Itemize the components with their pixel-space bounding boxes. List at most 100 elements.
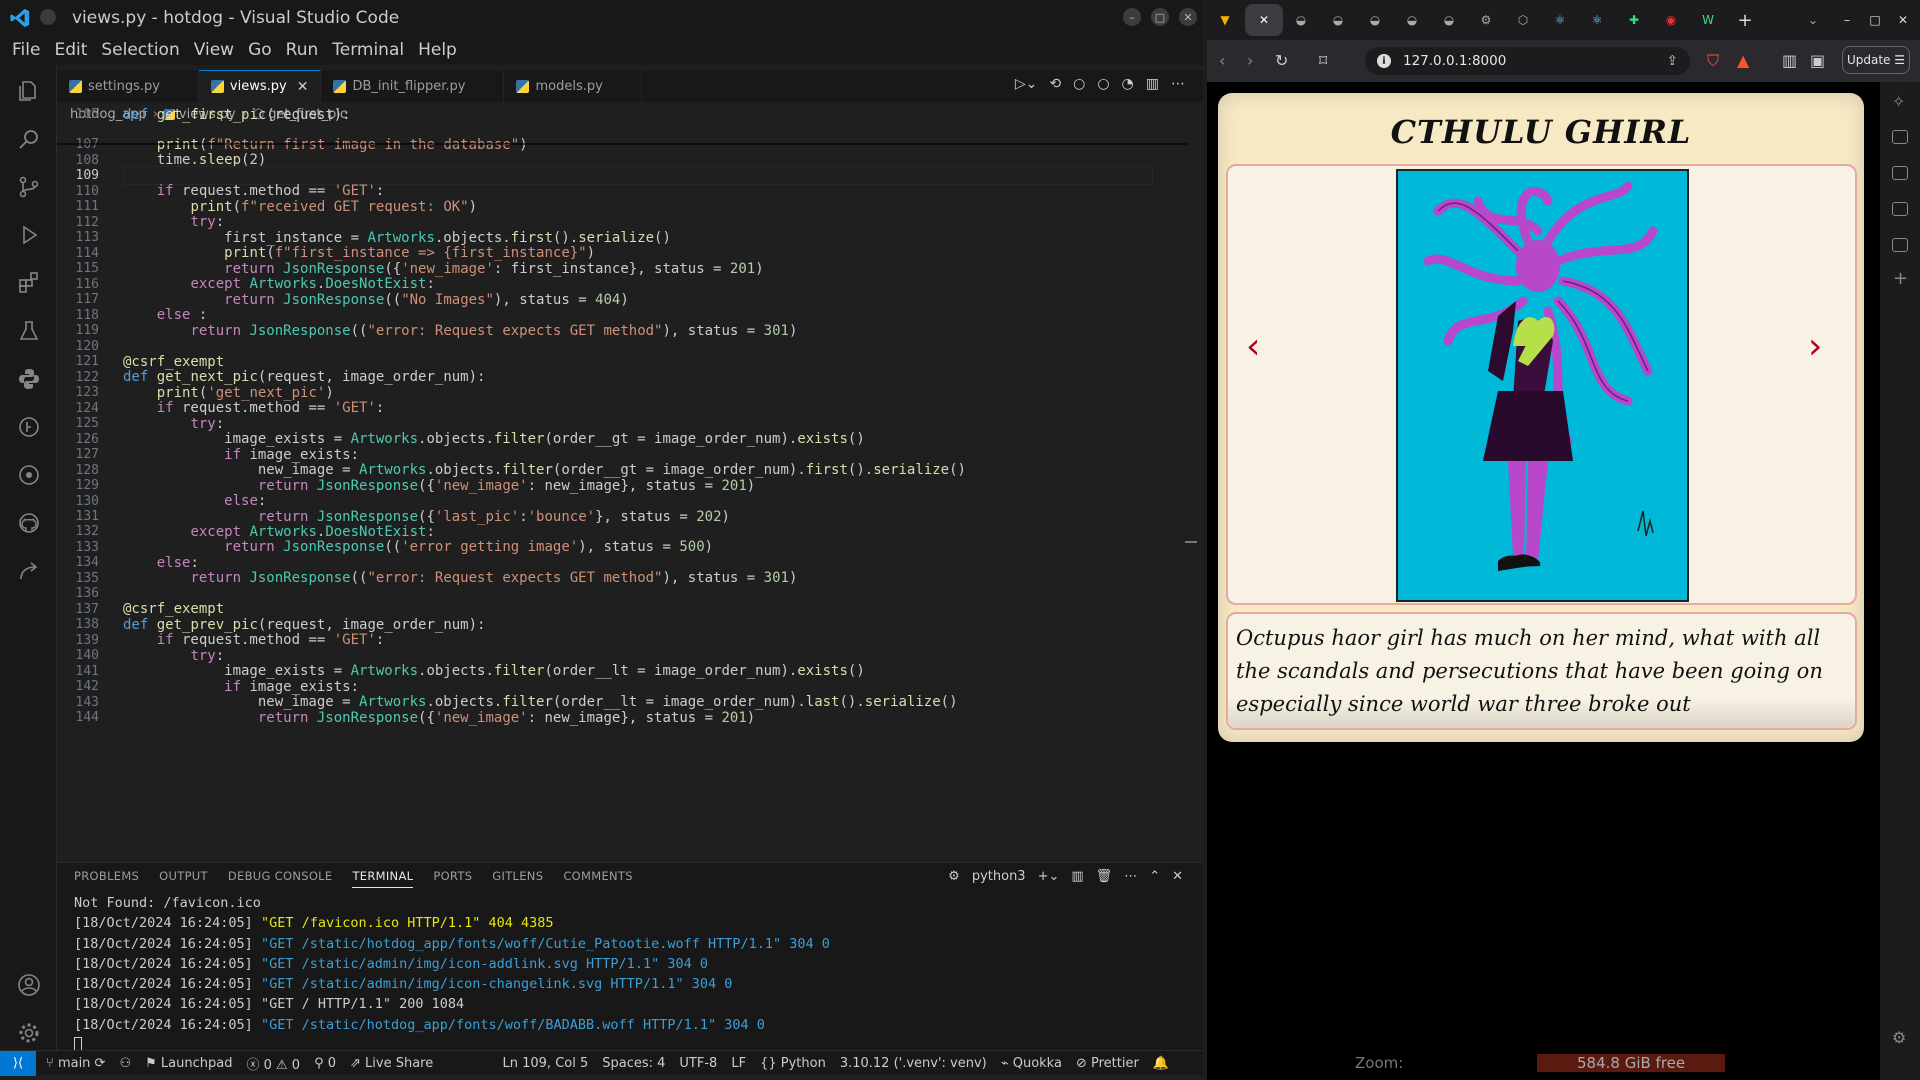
tab-search-chevron-icon[interactable]: ⌄ bbox=[1803, 10, 1823, 30]
source-control-icon[interactable] bbox=[17, 175, 41, 199]
testing-icon[interactable] bbox=[17, 319, 41, 343]
split-editor-icon[interactable]: ▥ bbox=[1146, 76, 1159, 92]
artwork-image[interactable] bbox=[1396, 169, 1689, 602]
minimize-icon[interactable]: – bbox=[1837, 10, 1857, 30]
maximize-panel-icon[interactable]: ⌃ bbox=[1149, 869, 1160, 884]
menu-file[interactable]: File bbox=[12, 40, 40, 60]
tab-favicon-globe-icon[interactable]: ◒ bbox=[1328, 10, 1348, 30]
branch-status[interactable]: ⑂ main ⟳ bbox=[46, 1056, 105, 1071]
tab-favicon-gear-icon[interactable]: ⚙ bbox=[1476, 10, 1496, 30]
more-actions-icon[interactable]: ⋯ bbox=[1124, 869, 1137, 884]
tab-favicon-app-icon[interactable]: ✚ bbox=[1624, 10, 1644, 30]
encoding[interactable]: UTF-8 bbox=[679, 1056, 717, 1071]
panel-tab-problems[interactable]: PROBLEMS bbox=[74, 869, 139, 888]
share-icon[interactable]: ⇪ bbox=[1667, 53, 1678, 69]
split-terminal-icon[interactable]: ▥ bbox=[1071, 869, 1083, 884]
gitlens-icon[interactable] bbox=[17, 415, 41, 439]
bookmarks-sidebar-icon[interactable] bbox=[1892, 202, 1908, 216]
close-tab-icon[interactable]: ✕ bbox=[1254, 10, 1274, 30]
launchpad-status[interactable]: ⚑ Launchpad bbox=[145, 1056, 232, 1071]
live-share-icon[interactable] bbox=[17, 559, 41, 583]
brave-menu-icon[interactable]: ▼ bbox=[1215, 10, 1235, 30]
indentation[interactable]: Spaces: 4 bbox=[602, 1056, 665, 1071]
code-line[interactable]: 144 return JsonResponse({'new_image': ne… bbox=[57, 708, 1187, 727]
new-tab-icon[interactable]: + bbox=[1735, 10, 1755, 31]
terminal-output[interactable]: Not Found: /favicon.ico [18/Oct/2024 16:2… bbox=[74, 893, 830, 1055]
panel-tab-ports[interactable]: PORTS bbox=[433, 869, 472, 888]
sidebar-panel-icon[interactable] bbox=[1892, 130, 1908, 144]
menu-run[interactable]: Run bbox=[286, 40, 319, 60]
previous-change-icon[interactable]: ○ bbox=[1073, 76, 1085, 92]
bookmark-icon[interactable]: ⌑ bbox=[1319, 51, 1327, 70]
tab-db-init-flipper-py[interactable]: DB_init_flipper.py bbox=[321, 70, 505, 102]
python-interpreter[interactable]: 3.10.12 ('.venv': venv) bbox=[840, 1056, 987, 1071]
tab-favicon-react-icon[interactable]: ⚛ bbox=[1550, 10, 1570, 30]
maximize-icon[interactable]: □ bbox=[1865, 10, 1885, 30]
forward-icon[interactable]: › bbox=[1247, 51, 1253, 70]
sidebar-toggle-icon[interactable]: ▥ bbox=[1782, 51, 1797, 70]
python-icon[interactable] bbox=[17, 367, 41, 391]
go-back-icon[interactable]: ⟲ bbox=[1049, 76, 1061, 92]
tab-settings-py[interactable]: settings.py bbox=[57, 70, 199, 102]
leo-ai-icon[interactable]: ✧ bbox=[1892, 92, 1905, 111]
more-actions-icon[interactable]: ⋯ bbox=[1171, 76, 1185, 92]
quokka-status[interactable]: ⌁ Quokka bbox=[1001, 1056, 1062, 1071]
menu-view[interactable]: View bbox=[194, 40, 234, 60]
brave-shields-icon[interactable]: ⛉ bbox=[1707, 51, 1719, 71]
wallet-sidebar-icon[interactable] bbox=[1892, 166, 1908, 180]
next-arrow-button[interactable]: › bbox=[1808, 326, 1822, 367]
settings-gear-icon[interactable] bbox=[17, 1021, 41, 1045]
terminal-shell-label[interactable]: python3 bbox=[972, 869, 1026, 884]
menu-help[interactable]: Help bbox=[418, 40, 457, 60]
cursor-position[interactable]: Ln 109, Col 5 bbox=[503, 1056, 589, 1071]
close-window-icon[interactable]: ✕ bbox=[1179, 8, 1197, 26]
ports-status[interactable]: ⚲ 0 bbox=[314, 1056, 336, 1071]
run-python-file-icon[interactable]: ▷⌄ bbox=[1015, 76, 1038, 92]
menu-terminal[interactable]: Terminal bbox=[332, 40, 404, 60]
panel-tab-comments[interactable]: COMMENTS bbox=[563, 869, 633, 888]
code-editor[interactable]: 105def get_first_pic(request):107 print(… bbox=[57, 107, 1203, 854]
menu-selection[interactable]: Selection bbox=[101, 40, 179, 60]
sidebar-settings-gear-icon[interactable]: ⚙ bbox=[1892, 1028, 1906, 1047]
site-info-icon[interactable]: i bbox=[1377, 54, 1391, 68]
tab-favicon-react-icon[interactable]: ⚛ bbox=[1587, 10, 1607, 30]
language-mode[interactable]: {} Python bbox=[760, 1056, 826, 1071]
panel-tab-terminal[interactable]: TERMINAL bbox=[352, 869, 414, 888]
remote-indicator-icon[interactable]: ⟩⟨ bbox=[0, 1050, 36, 1076]
minimize-icon[interactable]: – bbox=[1123, 8, 1141, 26]
tab-favicon-globe-icon[interactable]: ◒ bbox=[1365, 10, 1385, 30]
gitlens-status-icon[interactable]: ⚇ bbox=[119, 1056, 131, 1071]
extensions-icon[interactable] bbox=[17, 271, 41, 295]
code-line[interactable]: 105 def get_first_pic(request): bbox=[57, 105, 1187, 124]
problems-status[interactable]: ⓧ 0 ⚠ 0 bbox=[246, 1054, 300, 1073]
gitlens-icon[interactable]: ◔ bbox=[1122, 76, 1134, 92]
maximize-icon[interactable]: □ bbox=[1151, 8, 1169, 26]
add-sidebar-item-icon[interactable]: + bbox=[1893, 268, 1908, 289]
panel-tab-output[interactable]: OUTPUT bbox=[159, 869, 208, 888]
notifications-bell-icon[interactable]: 🔔 bbox=[1153, 1056, 1169, 1071]
run-debug-icon[interactable] bbox=[17, 223, 41, 247]
new-terminal-icon[interactable]: +⌄ bbox=[1038, 869, 1060, 884]
close-window-icon[interactable]: ✕ bbox=[1893, 10, 1913, 30]
panel-tab-gitlens[interactable]: GITLENS bbox=[492, 869, 543, 888]
tab-views-py[interactable]: views.py ✕ bbox=[198, 70, 322, 102]
github-icon[interactable] bbox=[17, 511, 41, 535]
prev-arrow-button[interactable]: ‹ bbox=[1246, 326, 1260, 367]
panel-tab-debug-console[interactable]: DEBUG CONSOLE bbox=[228, 869, 333, 888]
tab-favicon-globe-icon[interactable]: ◒ bbox=[1291, 10, 1311, 30]
tab-favicon-globe-icon[interactable]: ◒ bbox=[1439, 10, 1459, 30]
explorer-icon[interactable] bbox=[17, 79, 41, 103]
account-icon[interactable] bbox=[17, 973, 41, 997]
reload-icon[interactable]: ↻ bbox=[1275, 51, 1288, 70]
live-share-status[interactable]: ⇗ Live Share bbox=[350, 1056, 433, 1071]
menu-edit[interactable]: Edit bbox=[54, 40, 87, 60]
tab-favicon-openai-icon[interactable]: ⬡ bbox=[1513, 10, 1533, 30]
tab-favicon-globe-icon[interactable]: ◒ bbox=[1402, 10, 1422, 30]
reading-list-icon[interactable] bbox=[1892, 238, 1908, 252]
tab-models-py[interactable]: models.py bbox=[504, 70, 642, 102]
kill-terminal-icon[interactable]: 🗑 bbox=[1096, 869, 1113, 884]
brave-rewards-icon[interactable]: ▲ bbox=[1737, 51, 1749, 70]
search-icon[interactable] bbox=[17, 127, 41, 151]
remote-explorer-icon[interactable] bbox=[17, 463, 41, 487]
tab-favicon-w-icon[interactable]: W bbox=[1698, 10, 1718, 30]
